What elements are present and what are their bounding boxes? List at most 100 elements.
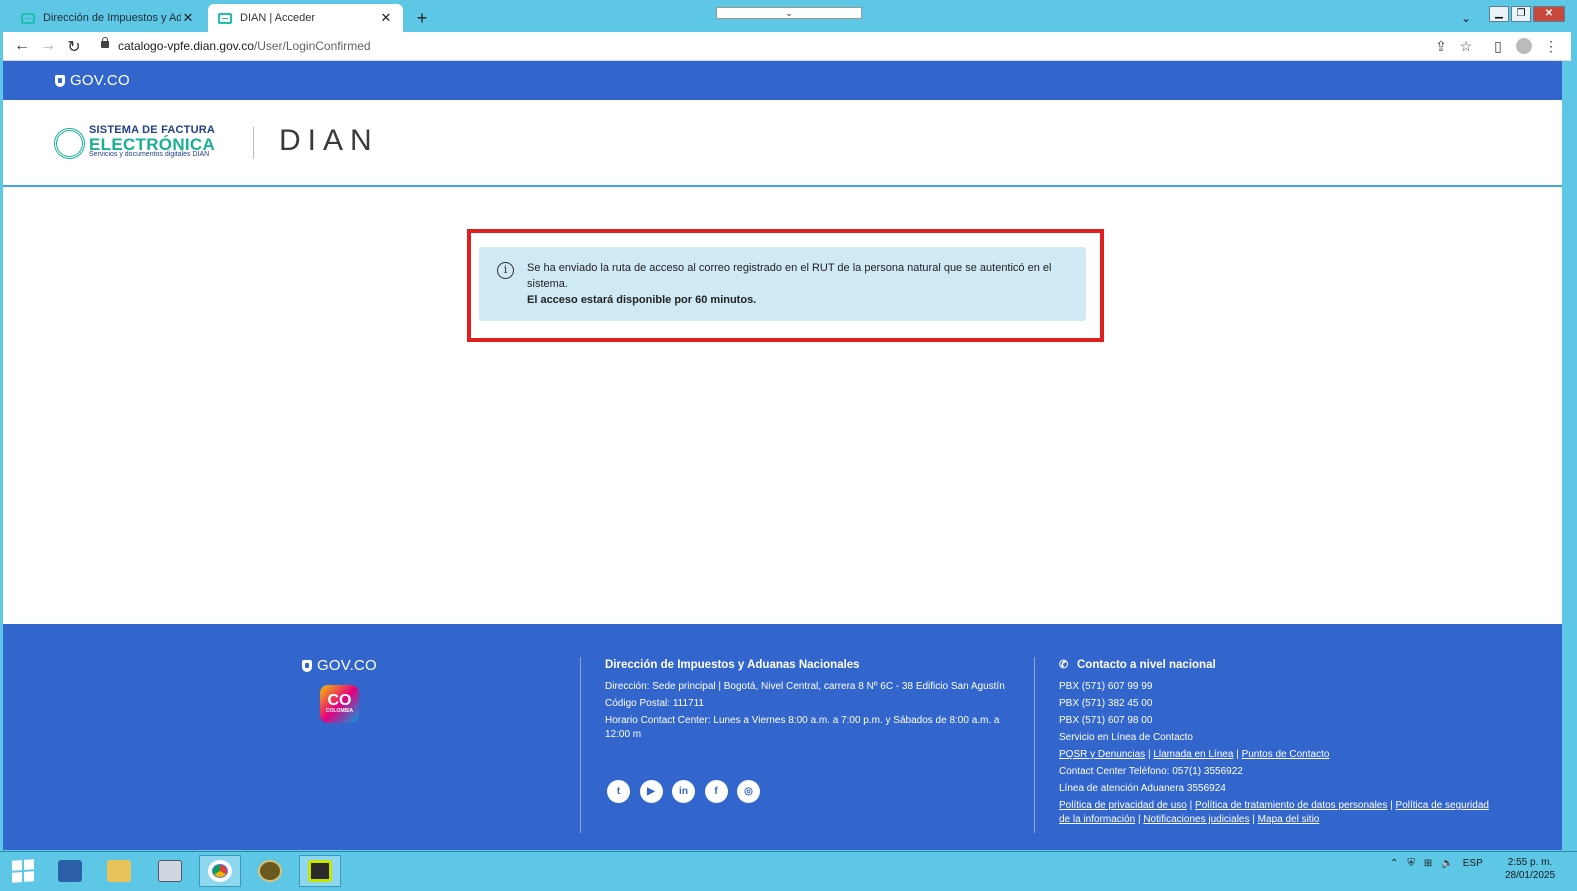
windows-taskbar: ⌃ ⛨ ⊞ 🔈 ESP 2:55 p. m. 28/01/2025 — [0, 851, 1577, 891]
tray-chevron-up-icon[interactable]: ⌃ — [1390, 858, 1398, 869]
co-colombia-logo: CO COLOMBIA — [320, 685, 359, 723]
minimize-button[interactable]: ▁ — [1489, 6, 1509, 22]
linkedin-icon[interactable]: in — [672, 780, 695, 803]
powershell-taskbar-button[interactable] — [49, 855, 91, 887]
share-icon[interactable]: ⇪ — [1433, 38, 1449, 55]
footer-online-service: Servicio en Línea de Contacto — [1059, 732, 1193, 743]
close-tab-icon[interactable]: ✕ — [379, 10, 393, 26]
footer-pbx-3: PBX (571) 607 98 00 — [1059, 715, 1153, 726]
server-manager-taskbar-button[interactable] — [149, 855, 191, 887]
tratamiento-datos-link[interactable]: Política de tratamiento de datos persona… — [1195, 800, 1387, 811]
chrome-icon — [208, 860, 232, 882]
link-separator: | — [1189, 800, 1193, 811]
lock-icon[interactable] — [101, 37, 109, 48]
footer-contact-center: Contact Center Teléfono: 057(1) 3556922 — [1059, 766, 1243, 777]
gov-shield-icon — [55, 74, 65, 87]
tab-search-icon[interactable]: ⌄ — [1461, 11, 1471, 25]
gov-shield-icon — [302, 659, 312, 672]
side-panel-icon[interactable]: ▯ — [1490, 38, 1506, 55]
link-separator: | — [1236, 749, 1239, 760]
security-icon[interactable]: ⛨ — [1407, 858, 1415, 869]
footer-aduanera: Línea de atención Aduanera 3556924 — [1059, 783, 1226, 794]
footer-pbx-2: PBX (571) 382 45 00 — [1059, 698, 1153, 709]
start-button[interactable] — [2, 855, 44, 887]
chevron-down-icon[interactable]: ⌄ — [716, 7, 862, 19]
footer-dian-title: Dirección de Impuestos y Aduanas Naciona… — [605, 659, 860, 671]
site-footer: GOV.CO CO COLOMBIA Dirección de Impuesto… — [3, 624, 1562, 850]
address-bar[interactable]: catalogo-vpfe.dian.gov.co/User/LoginConf… — [118, 39, 371, 53]
footer-contact: ✆ Contacto a nivel nacional PBX (571) 607… — [1059, 658, 1489, 830]
back-arrow-icon[interactable]: ← — [13, 37, 31, 55]
link-separator: | — [1252, 814, 1255, 825]
info-alert: i Se ha enviado la ruta de acceso al cor… — [479, 247, 1086, 321]
app-taskbar-button[interactable] — [249, 855, 291, 887]
tab-strip: Dirección de Impuestos y Aduanas ✕ DIAN … — [3, 3, 1571, 32]
clock-date: 28/01/2025 — [1504, 870, 1556, 881]
footer-postal: Código Postal: 111711 — [605, 698, 704, 709]
menu-kebab-icon[interactable]: ⋮ — [1543, 38, 1559, 55]
footer-contact-links: PQSR y Denuncias | Llamada en Línea | Pu… — [1059, 748, 1489, 762]
facebook-icon[interactable]: f — [704, 780, 728, 803]
alert-text: Se ha enviado la ruta de acceso al corre… — [527, 262, 1052, 290]
gov-co-text: GOV.CO — [70, 72, 130, 89]
tab-dian-home[interactable]: Dirección de Impuestos y Aduanas ✕ — [11, 4, 205, 32]
reload-icon[interactable]: ↻ — [65, 37, 83, 57]
close-window-button[interactable]: ✕ — [1533, 6, 1565, 22]
puntos-contacto-link[interactable]: Puntos de Contacto — [1242, 749, 1330, 760]
explorer-taskbar-button[interactable] — [98, 855, 140, 887]
youtube-icon[interactable]: ▶ — [639, 780, 663, 803]
link-separator: | — [1147, 749, 1151, 760]
bookmark-star-icon[interactable]: ☆ — [1458, 38, 1474, 55]
footer-divider — [580, 657, 581, 833]
brand-header: SISTEMA DE FACTURA ELECTRÓNICA Servicios… — [3, 100, 1562, 187]
footer-pbx-1: PBX (571) 607 99 99 — [1059, 681, 1153, 692]
gov-co-bar: GOV.CO — [3, 61, 1562, 100]
close-tab-icon[interactable]: ✕ — [181, 10, 195, 26]
clock-time: 2:55 p. m. — [1507, 857, 1553, 868]
twitter-icon[interactable]: t — [607, 780, 630, 803]
browser-window: Dirección de Impuestos y Aduanas ✕ DIAN … — [0, 0, 1577, 891]
mapa-sitio-link[interactable]: Mapa del sitio — [1258, 814, 1320, 825]
pqsr-link[interactable]: PQSR y Denuncias — [1059, 749, 1145, 760]
dian-favicon-icon — [218, 12, 232, 24]
folder-icon — [107, 860, 131, 882]
tab-title: DIAN | Acceder — [240, 12, 315, 24]
powershell-icon — [58, 860, 82, 882]
restore-button[interactable]: ❐ — [1511, 6, 1531, 22]
url-path: /User/LoginConfirmed — [253, 39, 371, 53]
link-separator: | — [1390, 800, 1393, 811]
footer-gov-co-text: GOV.CO — [317, 657, 377, 674]
browser-toolbar: ← → ↻ catalogo-vpfe.dian.gov.co/User/Log… — [3, 32, 1571, 61]
new-tab-button[interactable]: + — [413, 8, 431, 29]
footer-gov-co-logo[interactable]: GOV.CO — [302, 657, 377, 674]
footer-dian-info: Dirección de Impuestos y Aduanas Naciona… — [605, 658, 1005, 745]
dian-favicon-icon — [21, 12, 35, 24]
notificaciones-link[interactable]: Notificaciones judiciales — [1143, 814, 1249, 825]
system-tray: ⌃ ⛨ ⊞ 🔈 ESP — [1390, 858, 1492, 869]
footer-policy-links: Política de privacidad de uso | Política… — [1059, 799, 1489, 827]
gov-co-logo[interactable]: GOV.CO — [55, 72, 130, 89]
social-links: t ▶ in f ◎ — [607, 780, 770, 803]
footer-divider — [1034, 657, 1035, 833]
chrome-taskbar-button[interactable] — [199, 855, 241, 887]
tab-dian-acceder[interactable]: DIAN | Acceder ✕ — [208, 4, 403, 32]
instagram-icon[interactable]: ◎ — [737, 780, 760, 803]
forward-arrow-icon[interactable]: → — [39, 37, 57, 55]
co-logo-subtext: COLOMBIA — [325, 708, 354, 714]
network-icon[interactable]: ⊞ — [1424, 858, 1432, 869]
phone-icon: ✆ — [1059, 659, 1069, 671]
footer-contact-title-text: Contacto a nivel nacional — [1077, 659, 1216, 671]
profile-avatar-icon[interactable] — [1516, 38, 1532, 54]
url-host: catalogo-vpfe.dian.gov.co — [118, 39, 254, 53]
web-page: GOV.CO SISTEMA DE FACTURA ELECTRÓNICA Se… — [3, 61, 1562, 850]
clock[interactable]: 2:55 p. m. 28/01/2025 — [1502, 856, 1558, 882]
dian-logo: DIAN — [279, 124, 379, 157]
llamada-link[interactable]: Llamada en Línea — [1153, 749, 1233, 760]
language-indicator[interactable]: ESP — [1463, 858, 1483, 869]
sfe-subtitle: Servicios y documentos digitales DIAN — [89, 151, 210, 158]
remote-desktop-icon — [308, 860, 332, 882]
volume-icon[interactable]: 🔈 — [1441, 858, 1453, 869]
privacidad-link[interactable]: Política de privacidad de uso — [1059, 800, 1187, 811]
brand-divider — [253, 127, 254, 159]
remote-app-taskbar-button[interactable] — [299, 855, 341, 887]
